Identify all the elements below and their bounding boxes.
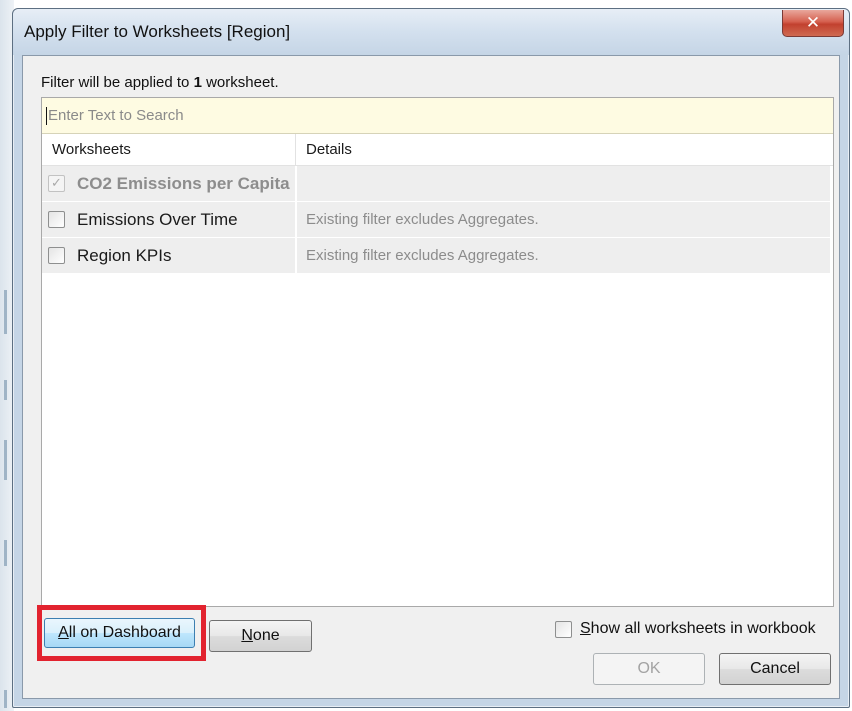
search-input[interactable] xyxy=(48,107,748,124)
worksheet-list: Worksheets Details ✓ CO2 Emissions per C… xyxy=(41,97,834,607)
worksheet-label: Region KPIs xyxy=(77,245,172,265)
column-header-worksheets[interactable]: Worksheets xyxy=(42,134,296,166)
worksheet-label: CO2 Emissions per Capita xyxy=(77,173,290,193)
details-cell: Existing filter excludes Aggregates. xyxy=(297,238,830,273)
all-on-dashboard-button[interactable]: All on Dashboard xyxy=(44,618,195,648)
dialog-body: Filter will be applied to 1 worksheet. W… xyxy=(22,55,840,699)
cancel-button[interactable]: Cancel xyxy=(719,653,831,685)
show-all-worksheets-label: Show all worksheets in workbook xyxy=(580,620,816,637)
details-cell xyxy=(297,166,830,201)
title-bar[interactable]: Apply Filter to Worksheets [Region] ✕ xyxy=(13,9,849,55)
column-header: Worksheets Details xyxy=(42,134,833,166)
table-row[interactable]: ✓ CO2 Emissions per Capita xyxy=(42,166,833,202)
text-caret xyxy=(46,106,47,125)
worksheet-cell: ✓ CO2 Emissions per Capita xyxy=(42,166,296,201)
worksheet-cell: Emissions Over Time xyxy=(42,202,296,237)
worksheet-label: Emissions Over Time xyxy=(77,209,238,229)
worksheet-checkbox: ✓ xyxy=(48,175,65,192)
table-row[interactable]: Region KPIs Existing filter excludes Agg… xyxy=(42,238,833,274)
column-header-details[interactable]: Details xyxy=(296,134,833,166)
dialog-window: Apply Filter to Worksheets [Region] ✕ Fi… xyxy=(12,8,850,708)
filter-info-text: Filter will be applied to 1 worksheet. xyxy=(41,74,279,91)
worksheet-checkbox[interactable] xyxy=(48,247,65,264)
table-row[interactable]: Emissions Over Time Existing filter excl… xyxy=(42,202,833,238)
worksheet-count: 1 xyxy=(193,74,202,91)
worksheet-cell: Region KPIs xyxy=(42,238,296,273)
show-all-worksheets-checkbox[interactable] xyxy=(555,620,572,638)
show-all-worksheets-option[interactable]: Show all worksheets in workbook xyxy=(555,620,816,638)
details-cell: Existing filter excludes Aggregates. xyxy=(297,202,830,237)
close-icon: ✕ xyxy=(805,12,821,33)
none-button[interactable]: None xyxy=(209,620,312,652)
checkmark-icon: ✓ xyxy=(51,176,62,191)
close-button[interactable]: ✕ xyxy=(782,10,844,37)
dialog-title: Apply Filter to Worksheets [Region] xyxy=(24,22,291,41)
ok-button[interactable]: OK xyxy=(593,653,705,685)
worksheet-rows: ✓ CO2 Emissions per Capita Emissions Ove… xyxy=(42,166,833,274)
worksheet-checkbox[interactable] xyxy=(48,211,65,228)
search-box[interactable] xyxy=(42,98,833,134)
